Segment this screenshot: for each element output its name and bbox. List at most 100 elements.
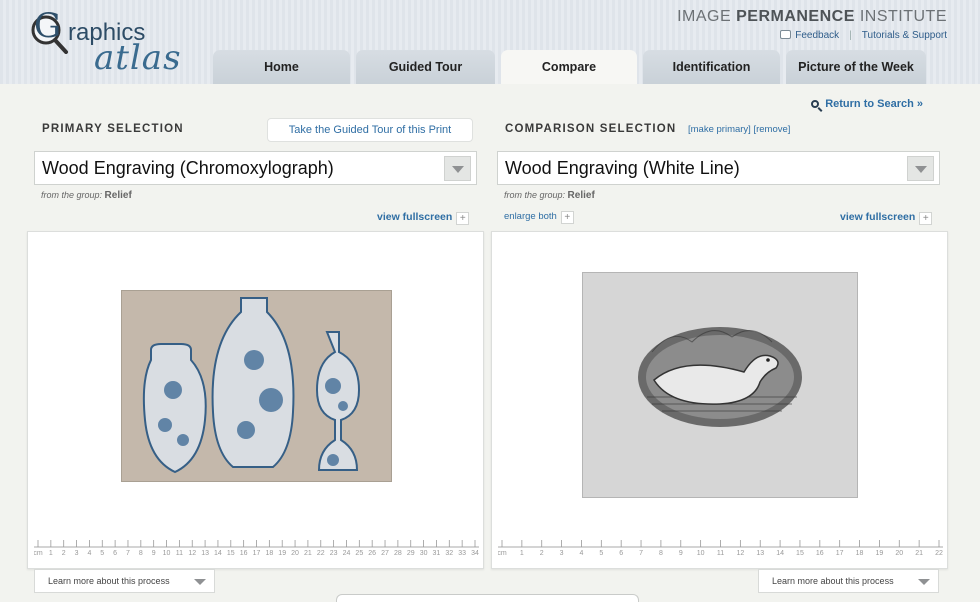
tab-identification[interactable]: Identification [643, 50, 780, 84]
primary-group-label: from the group: Relief [41, 190, 132, 201]
comparison-ruler-graphic: cm 1 2 3 4 5 6 7 8 9 10 11 12 13 14 15 16 17 18 19 20 21 22 [498, 540, 943, 557]
ruler-tick-label: 1 [520, 550, 524, 557]
ruler-tick-label: 13 [201, 550, 209, 557]
main-nav-tabs: Home Guided Tour Compare Identification … [213, 50, 926, 84]
ruler-tick-label: 16 [816, 550, 824, 557]
comparison-print-image[interactable] [582, 272, 858, 498]
logo-letter-g: G [34, 6, 62, 46]
primary-learn-more-label: Learn more about this process [48, 576, 170, 586]
primary-learn-more-select[interactable]: Learn more about this process [34, 569, 215, 593]
ruler-tick-label: 13 [756, 550, 764, 557]
plus-icon[interactable]: + [560, 211, 574, 224]
ruler-tick-label: 11 [717, 550, 724, 557]
graphics-atlas-logo[interactable]: G raphics atlas [28, 6, 198, 78]
ruler-tick-label: 3 [560, 550, 564, 557]
ruler-tick-label: 10 [697, 550, 705, 557]
ruler-tick-label: 27 [381, 550, 389, 557]
tab-picture-of-the-week[interactable]: Picture of the Week [786, 50, 926, 84]
plus-icon[interactable]: + [456, 212, 470, 225]
ruler-tick-label: 6 [619, 550, 623, 557]
ruler-tick-label: 5 [599, 550, 603, 557]
guided-tour-print-button[interactable]: Take the Guided Tour of this Print [267, 118, 473, 142]
primary-cm-ruler: cm 1 2 3 4 5 6 7 8 9 10 11 12 13 14 15 16 17 18 19 20 21 22 23 2… [34, 538, 479, 557]
chevron-down-icon[interactable] [907, 156, 934, 181]
ruler-tick-label: 15 [796, 550, 804, 557]
top-links: Feedback | Tutorials & Support [780, 30, 947, 41]
comparison-cm-ruler: cm 1 2 3 4 5 6 7 8 9 10 11 12 13 14 15 16 17 18 19 20 21 22 [498, 538, 943, 557]
comparison-group-value: Relief [567, 190, 595, 201]
ruler-tick-label: 18 [265, 550, 273, 557]
primary-print-image[interactable] [121, 290, 392, 482]
comparison-actions: [make primary] [remove] [688, 124, 790, 135]
ruler-tick-label: 9 [679, 550, 683, 557]
comparison-learn-more-select[interactable]: Learn more about this process [758, 569, 939, 593]
ruler-tick-label: 7 [126, 550, 130, 557]
primary-fullscreen-label: view fullscreen [377, 211, 453, 223]
ruler-tick-label: 29 [407, 550, 415, 557]
ruler-tick-label: 7 [639, 550, 643, 557]
enlarge-both-link[interactable]: enlarge both + [504, 211, 574, 224]
ruler-tick-label: 8 [659, 550, 663, 557]
ipi-word-2: PERMANENCE [736, 8, 855, 25]
feedback-label: Feedback [795, 30, 840, 41]
return-to-search-label: Return to Search » [825, 98, 923, 110]
ruler-tick-label: 17 [253, 550, 261, 557]
ruler-tick-label: 30 [420, 550, 428, 557]
remove-link[interactable]: [remove] [753, 124, 790, 135]
search-icon [811, 100, 820, 108]
ruler-tick-label: 21 [915, 550, 923, 557]
ruler-tick-label: 14 [776, 550, 784, 557]
ruler-tick-label: 2 [62, 550, 66, 557]
comparison-process-select[interactable]: Wood Engraving (White Line) [497, 151, 940, 185]
ruler-tick-label: 24 [343, 550, 351, 557]
ruler-tick-label: 10 [163, 550, 171, 557]
image-permanence-institute-title: IMAGE PERMANENCE INSTITUTE [677, 8, 947, 26]
ruler-tick-label: 34 [471, 550, 479, 557]
tab-guided-tour[interactable]: Guided Tour [356, 50, 495, 84]
primary-selected-value: Wood Engraving (Chromoxylograph) [42, 158, 334, 178]
tutorials-support-link[interactable]: Tutorials & Support [862, 30, 947, 41]
group-prefix: from the group: [504, 190, 566, 200]
ruler-tick-label: 17 [836, 550, 844, 557]
feedback-link[interactable]: Feedback [780, 30, 839, 41]
ruler-tick-label: 5 [100, 550, 104, 557]
ruler-tick-label: 9 [152, 550, 156, 557]
chevron-down-icon[interactable] [190, 574, 210, 589]
ruler-tick-label: 20 [895, 550, 903, 557]
enlarge-both-label: enlarge both [504, 211, 557, 222]
bottom-panel-edge [336, 594, 639, 602]
comparison-learn-more-label: Learn more about this process [772, 576, 894, 586]
ruler-tick-label: 19 [876, 550, 884, 557]
ruler-tick-label: cm [498, 550, 507, 557]
tab-home[interactable]: Home [213, 50, 350, 84]
ruler-tick-label: 11 [176, 550, 183, 557]
ipi-word-1: IMAGE [677, 8, 737, 25]
chevron-down-icon[interactable] [444, 156, 471, 181]
comparison-selection-title: COMPARISON SELECTION [505, 123, 677, 135]
group-prefix: from the group: [41, 190, 103, 200]
primary-view-fullscreen[interactable]: view fullscreen + [377, 211, 470, 225]
plus-icon[interactable]: + [919, 212, 933, 225]
make-primary-link[interactable]: [make primary] [688, 124, 751, 135]
logo-atlas-text: atlas [94, 38, 182, 78]
primary-process-select[interactable]: Wood Engraving (Chromoxylograph) [34, 151, 477, 185]
ruler-tick-label: 26 [368, 550, 376, 557]
comparison-fullscreen-label: view fullscreen [840, 211, 916, 223]
ruler-tick-label: 20 [291, 550, 299, 557]
chevron-down-icon[interactable] [914, 574, 934, 589]
ruler-tick-label: 14 [214, 550, 222, 557]
ruler-tick-label: 18 [856, 550, 864, 557]
ruler-tick-label: 16 [240, 550, 248, 557]
ruler-tick-label: 1 [49, 550, 53, 557]
tab-compare[interactable]: Compare [501, 50, 637, 84]
ruler-tick-label: 32 [445, 550, 453, 557]
ruler-tick-label: 12 [188, 550, 196, 557]
ruler-tick-label: cm [34, 550, 43, 557]
return-to-search-link[interactable]: Return to Search » [811, 98, 923, 110]
link-separator: | [849, 30, 852, 41]
comparison-view-fullscreen[interactable]: view fullscreen + [840, 211, 933, 225]
speech-bubble-icon [780, 30, 792, 39]
ruler-tick-label: 12 [736, 550, 744, 557]
ruler-tick-label: 2 [540, 550, 544, 557]
ruler-tick-label: 22 [935, 550, 943, 557]
